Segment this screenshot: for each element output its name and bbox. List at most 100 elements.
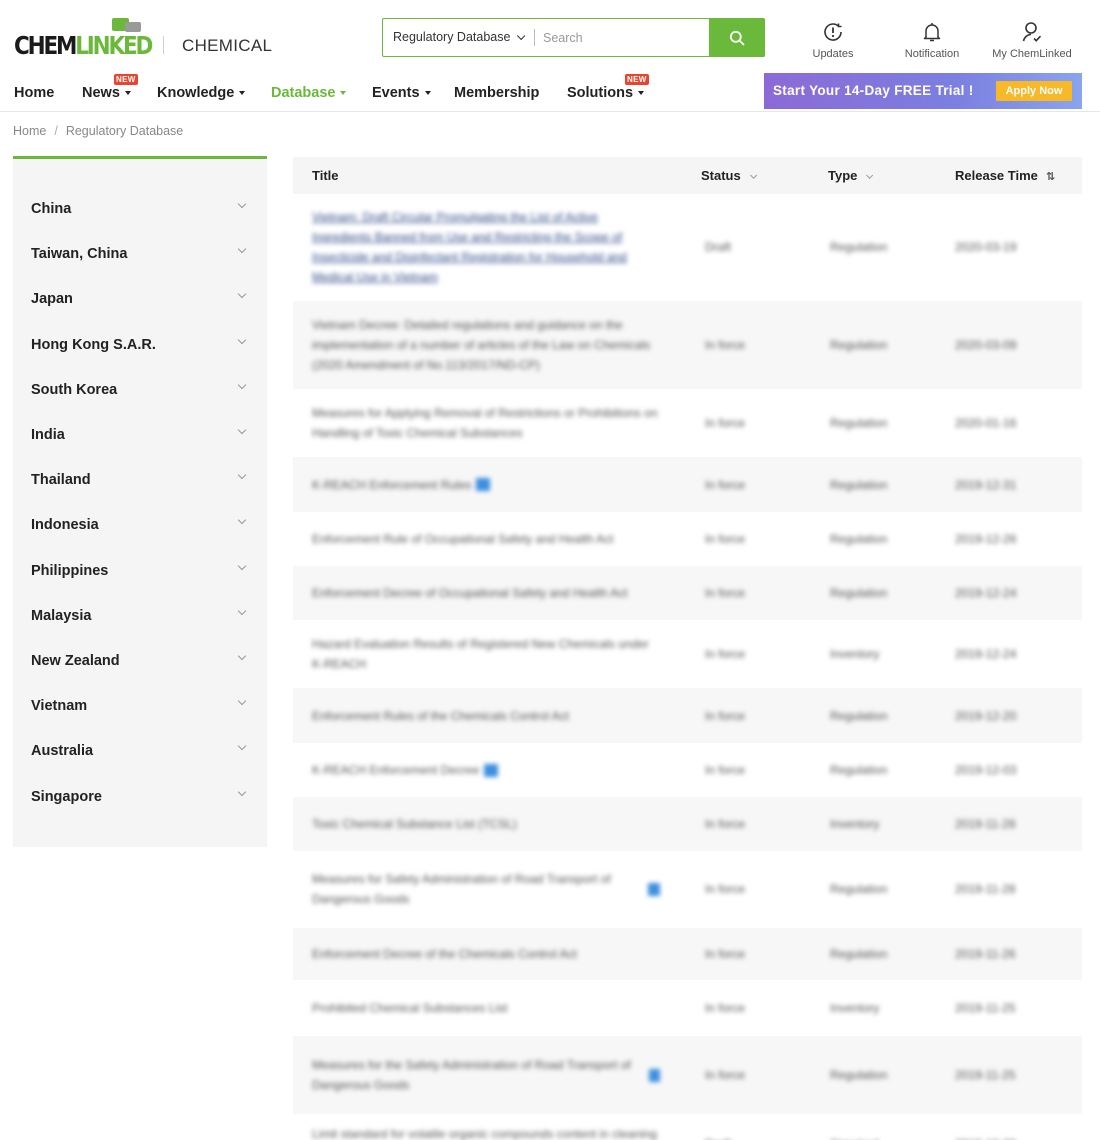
nav-solutions[interactable]: Solutions NEW xyxy=(567,74,649,106)
notification-link[interactable]: Notification xyxy=(900,20,964,60)
chevron-down-icon xyxy=(237,651,247,661)
search-input[interactable] xyxy=(543,25,703,50)
chevron-down-icon xyxy=(237,742,247,751)
row-title-link[interactable]: Hazard Evaluation Results of Registered … xyxy=(312,620,660,688)
site-section-label: CHEMICAL xyxy=(182,36,273,55)
row-title-link[interactable]: Prohibited Chemical Substances List xyxy=(312,980,660,1036)
row-title-link[interactable]: Enforcement Decree of the Chemicals Cont… xyxy=(312,928,660,980)
table-row[interactable]: Toxic Chemical Substance List (TCSL) In f… xyxy=(293,797,1082,851)
sidebar-item-country[interactable]: Taiwan, China xyxy=(13,232,267,277)
sidebar-item-country[interactable]: South Korea xyxy=(13,368,267,413)
sidebar-item-country[interactable]: Philippines xyxy=(13,549,267,594)
nav-membership[interactable]: Membership xyxy=(454,80,539,106)
chevron-down-icon xyxy=(866,171,874,179)
row-release-time: 2019-12-20 xyxy=(955,708,1017,723)
sidebar-item-country[interactable]: Japan xyxy=(13,277,267,322)
table-row[interactable]: K-REACH Enforcement Decree In force Regula… xyxy=(293,743,1082,797)
row-title-text: Measures for Safety Administration of Ro… xyxy=(312,872,611,906)
row-title-link[interactable]: Measures for Applying Removal of Restric… xyxy=(312,389,660,457)
my-chemlinked-label: My ChemLinked xyxy=(992,48,1072,60)
sidebar-item-label: Malaysia xyxy=(31,607,92,624)
table-row[interactable]: Enforcement Rules of the Chemicals Contr… xyxy=(293,688,1082,743)
nav-home[interactable]: Home xyxy=(14,80,54,106)
row-title-link[interactable]: Enforcement Rules of the Chemicals Contr… xyxy=(312,688,660,743)
row-title-link[interactable]: Enforcement Decree of Occupational Safet… xyxy=(312,566,660,620)
row-type: Regulation xyxy=(830,532,888,546)
row-release-time: 2020-03-09 xyxy=(955,338,1017,352)
nav-events[interactable]: Events xyxy=(372,80,431,106)
row-release-time: 2019-11-25 xyxy=(955,1068,1016,1082)
row-title-link[interactable]: Measures for Safety Administration of Ro… xyxy=(312,851,660,927)
column-status[interactable]: Status xyxy=(701,157,757,194)
table-row[interactable]: Vietnam Decree: Detailed regulations and… xyxy=(293,301,1082,389)
table-row[interactable]: Measures for Applying Removal of Restric… xyxy=(293,389,1082,457)
table-row[interactable]: Enforcement Decree of the Chemicals Cont… xyxy=(293,928,1082,980)
breadcrumb: Home / Regulatory Database xyxy=(13,124,183,138)
row-title-link[interactable]: K-REACH Enforcement Decree xyxy=(312,743,660,797)
sidebar-item-label: Singapore xyxy=(31,788,102,805)
sidebar-item-country[interactable]: Australia xyxy=(13,729,267,774)
apply-now-button[interactable]: Apply Now xyxy=(996,81,1072,101)
row-title-link[interactable]: Vietnam: Draft Circular Promulgating the… xyxy=(312,194,660,300)
row-title-link[interactable]: K-REACH Enforcement Rules xyxy=(312,457,660,512)
row-status: In force xyxy=(705,947,746,961)
table-row[interactable]: Measures for the Safety Administration o… xyxy=(293,1036,1082,1114)
sidebar-item-country[interactable]: China xyxy=(13,187,267,232)
nav-knowledge[interactable]: Knowledge xyxy=(157,80,246,106)
sidebar-item-country[interactable]: Thailand xyxy=(13,458,267,503)
bell-icon xyxy=(923,23,941,42)
row-title-link[interactable]: Measures for the Safety Administration o… xyxy=(312,1036,660,1114)
sidebar-item-label: Indonesia xyxy=(31,517,99,534)
nav-database[interactable]: Database xyxy=(271,80,347,106)
table-row[interactable]: Enforcement Decree of Occupational Safet… xyxy=(293,566,1082,620)
table-row[interactable]: Measures for Safety Administration of Ro… xyxy=(293,851,1082,927)
row-type: Inventory xyxy=(830,817,880,831)
new-badge: NEW xyxy=(114,74,138,85)
table-row[interactable]: K-REACH Enforcement Rules In force Regulat… xyxy=(293,457,1082,512)
sidebar-item-country[interactable]: Hong Kong S.A.R. xyxy=(13,323,267,368)
row-type: Regulation xyxy=(830,240,888,254)
sidebar-item-country[interactable]: Singapore xyxy=(13,775,267,820)
breadcrumb-home[interactable]: Home xyxy=(13,124,46,138)
chevron-down-icon xyxy=(237,244,247,254)
column-title: Title xyxy=(312,168,339,183)
table-row[interactable]: Hazard Evaluation Results of Registered … xyxy=(293,620,1082,688)
sidebar-item-country[interactable]: India xyxy=(13,413,267,458)
sidebar-item-country[interactable]: New Zealand xyxy=(13,639,267,684)
sidebar-item-label: New Zealand xyxy=(31,653,120,669)
row-title-link[interactable]: Toxic Chemical Substance List (TCSL) xyxy=(312,797,660,851)
table-row[interactable]: Enforcement Rule of Occupational Safety … xyxy=(293,512,1082,566)
search-button[interactable] xyxy=(709,18,765,57)
row-title-text: Enforcement Decree of Occupational Safet… xyxy=(312,586,628,600)
row-title-link[interactable]: Enforcement Rule of Occupational Safety … xyxy=(312,512,660,566)
table-row[interactable]: Prohibited Chemical Substances List In fo… xyxy=(293,980,1082,1036)
sidebar-item-label: Vietnam xyxy=(31,698,88,715)
sidebar-item-country[interactable]: Vietnam xyxy=(13,684,267,729)
updates-link[interactable]: Updates xyxy=(807,20,859,60)
english-version-icon xyxy=(484,763,499,777)
free-trial-banner[interactable]: Start Your 14-Day FREE Trial ! Apply Now xyxy=(764,73,1082,109)
nav-news[interactable]: News NEW xyxy=(82,74,138,106)
table-row[interactable]: Limit standard for volatile organic comp… xyxy=(293,1114,1082,1140)
row-title-link[interactable]: Vietnam Decree: Detailed regulations and… xyxy=(312,301,660,389)
row-title-text: Measures for the Safety Administration o… xyxy=(312,1058,631,1092)
row-status: In force xyxy=(705,532,746,546)
column-release-time[interactable]: Release Time ⇅ xyxy=(955,157,1055,196)
row-title-link[interactable]: Limit standard for volatile organic comp… xyxy=(312,1114,660,1140)
sidebar-item-country[interactable]: Malaysia xyxy=(13,594,267,639)
my-chemlinked-link[interactable]: My ChemLinked xyxy=(990,20,1074,60)
row-type: Regulation xyxy=(830,763,888,777)
search-scope-select[interactable]: Regulatory Database xyxy=(393,19,526,56)
row-status: In force xyxy=(705,416,746,430)
chevron-down-icon xyxy=(237,335,247,344)
row-title-text: Toxic Chemical Substance List (TCSL) xyxy=(312,817,517,831)
chevron-down-icon xyxy=(237,516,247,525)
chevron-down-icon xyxy=(237,470,247,480)
table-row[interactable]: Vietnam: Draft Circular Promulgating the… xyxy=(293,194,1082,300)
row-title-text: Vietnam Decree: Detailed regulations and… xyxy=(312,318,651,372)
sidebar-item-country[interactable]: Indonesia xyxy=(13,503,267,548)
row-release-time: 2019-12-31 xyxy=(955,477,1017,492)
chemlinked-logo[interactable]: CHEMLINKED xyxy=(14,18,153,62)
column-type[interactable]: Type xyxy=(828,157,874,194)
row-title-text: Enforcement Rule of Occupational Safety … xyxy=(312,532,614,546)
